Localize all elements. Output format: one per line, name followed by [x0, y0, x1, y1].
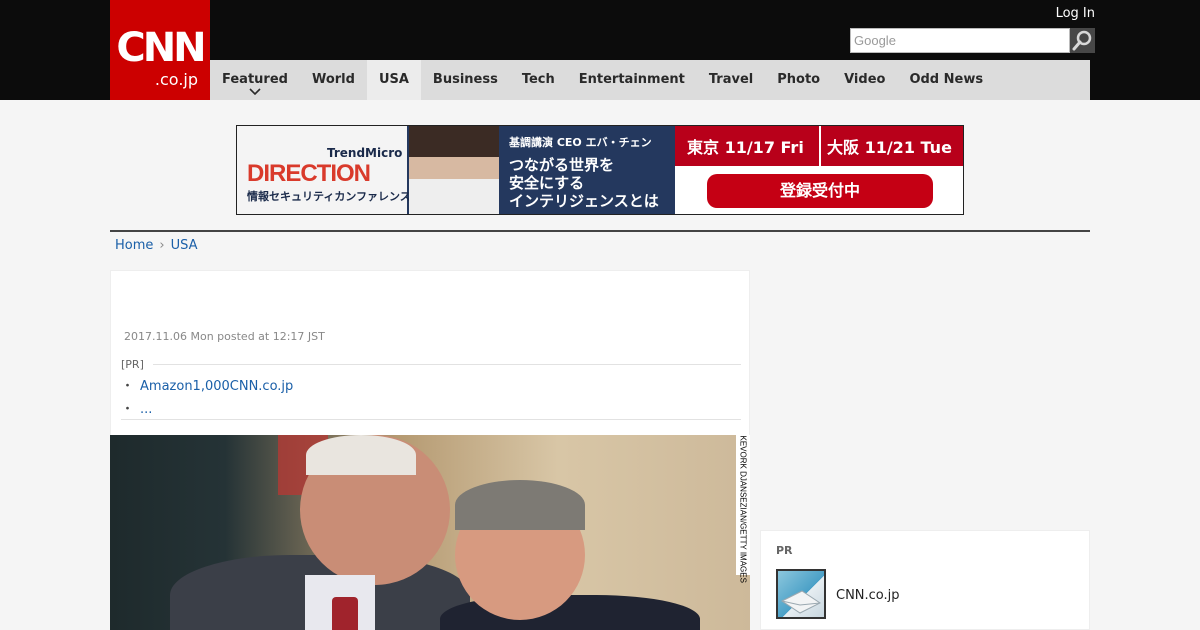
- main-nav: Featured World USA Business Tech Enterta…: [210, 60, 1090, 100]
- search-icon: [1072, 30, 1092, 51]
- search-button[interactable]: [1070, 28, 1095, 53]
- pr-link[interactable]: ...: [140, 402, 152, 417]
- nav-item-tech[interactable]: Tech: [510, 60, 567, 100]
- section-divider: [110, 230, 1090, 232]
- nav-item-label: World: [311, 72, 355, 87]
- nav-item-featured[interactable]: Featured: [210, 60, 300, 100]
- nav-item-label: Tech: [521, 72, 555, 87]
- photo-figure-hair: [306, 435, 416, 475]
- pr-divider: [153, 364, 741, 365]
- login-link[interactable]: Log In: [1056, 6, 1095, 22]
- banner-register-button[interactable]: 登録受付中: [707, 174, 933, 208]
- nav-item-label: Odd News: [909, 72, 984, 87]
- posted-timestamp: 2017.11.06 Mon posted at 12:17 JST: [124, 330, 325, 343]
- breadcrumb-home[interactable]: Home: [115, 238, 153, 253]
- photo-credit-text: KEVORK DJANSEZIAN/GETTY IMAGES: [738, 435, 748, 583]
- nav-item-label: Business: [432, 72, 498, 87]
- banner-headline-3: インテリジェンスとは: [509, 192, 659, 210]
- banner-date-tokyo: 東京 11/17 Fri: [687, 138, 804, 157]
- banner-brand-sub: 情報セキュリティカンファレンス: [247, 190, 411, 203]
- pr-link[interactable]: Amazon1,000CNN.co.jp: [140, 379, 293, 394]
- nav-item-label: Photo: [777, 72, 821, 87]
- nav-item-label: USA: [378, 72, 409, 87]
- pr-link-item: ・ Amazon1,000CNN.co.jp: [121, 375, 293, 394]
- breadcrumb-usa[interactable]: USA: [171, 238, 198, 253]
- banner-brand-top: TrendMicro: [327, 146, 403, 160]
- nav-item-label: Entertainment: [578, 72, 685, 87]
- breadcrumb-separator-icon: ›: [159, 238, 165, 253]
- nav-item-business[interactable]: Business: [421, 60, 510, 100]
- bullet: ・: [121, 379, 135, 394]
- photo-figure-tie: [332, 597, 358, 630]
- logo-main-text: CNN: [116, 25, 206, 71]
- banner-speaker: 基調講演 CEO エバ・チェン: [509, 136, 652, 149]
- chevron-down-icon: [210, 88, 300, 98]
- mail-thumbnail-icon[interactable]: [776, 569, 826, 619]
- nav-item-travel[interactable]: Travel: [697, 60, 765, 100]
- bullet: ・: [121, 402, 135, 417]
- nav-item-label: Travel: [708, 72, 754, 87]
- pr-link-item: ・...: [121, 398, 152, 417]
- banner-ad[interactable]: TrendMicro DIRECTION 情報セキュリティカンファレンス 基調講…: [236, 125, 964, 215]
- pr-divider: [121, 419, 741, 420]
- sidebar-pr-label: PR: [776, 544, 793, 557]
- nav-item-entertainment[interactable]: Entertainment: [567, 60, 697, 100]
- banner-date-divider: [819, 126, 821, 166]
- nav-item-photo[interactable]: Photo: [765, 60, 832, 100]
- search-input[interactable]: [850, 28, 1070, 53]
- nav-item-video[interactable]: Video: [832, 60, 897, 100]
- photo-figure-hair: [455, 480, 585, 530]
- nav-item-label: Featured: [222, 72, 288, 87]
- sidebar-pr: PR CNN.co.jp: [760, 530, 1090, 630]
- article-photo: KEVORK DJANSEZIAN/GETTY IMAGES: [110, 435, 750, 630]
- banner-date-osaka: 大阪 11/21 Tue: [827, 138, 952, 157]
- banner-brand-main: DIRECTION: [247, 160, 371, 187]
- cnn-logo[interactable]: CNN .co.jp: [110, 0, 210, 100]
- logo-sub-text: .co.jp: [154, 70, 198, 89]
- sidebar-pr-title[interactable]: CNN.co.jp: [836, 588, 900, 603]
- nav-item-label: Video: [844, 72, 886, 87]
- photo-credit: KEVORK DJANSEZIAN/GETTY IMAGES: [736, 435, 750, 583]
- breadcrumb: Home › USA: [115, 238, 198, 254]
- banner-speaker-photo: [409, 126, 499, 214]
- pr-label: [PR]: [121, 358, 144, 371]
- nav-item-odd-news[interactable]: Odd News: [897, 60, 995, 100]
- nav-item-usa[interactable]: USA: [366, 60, 421, 100]
- nav-item-world[interactable]: World: [300, 60, 367, 100]
